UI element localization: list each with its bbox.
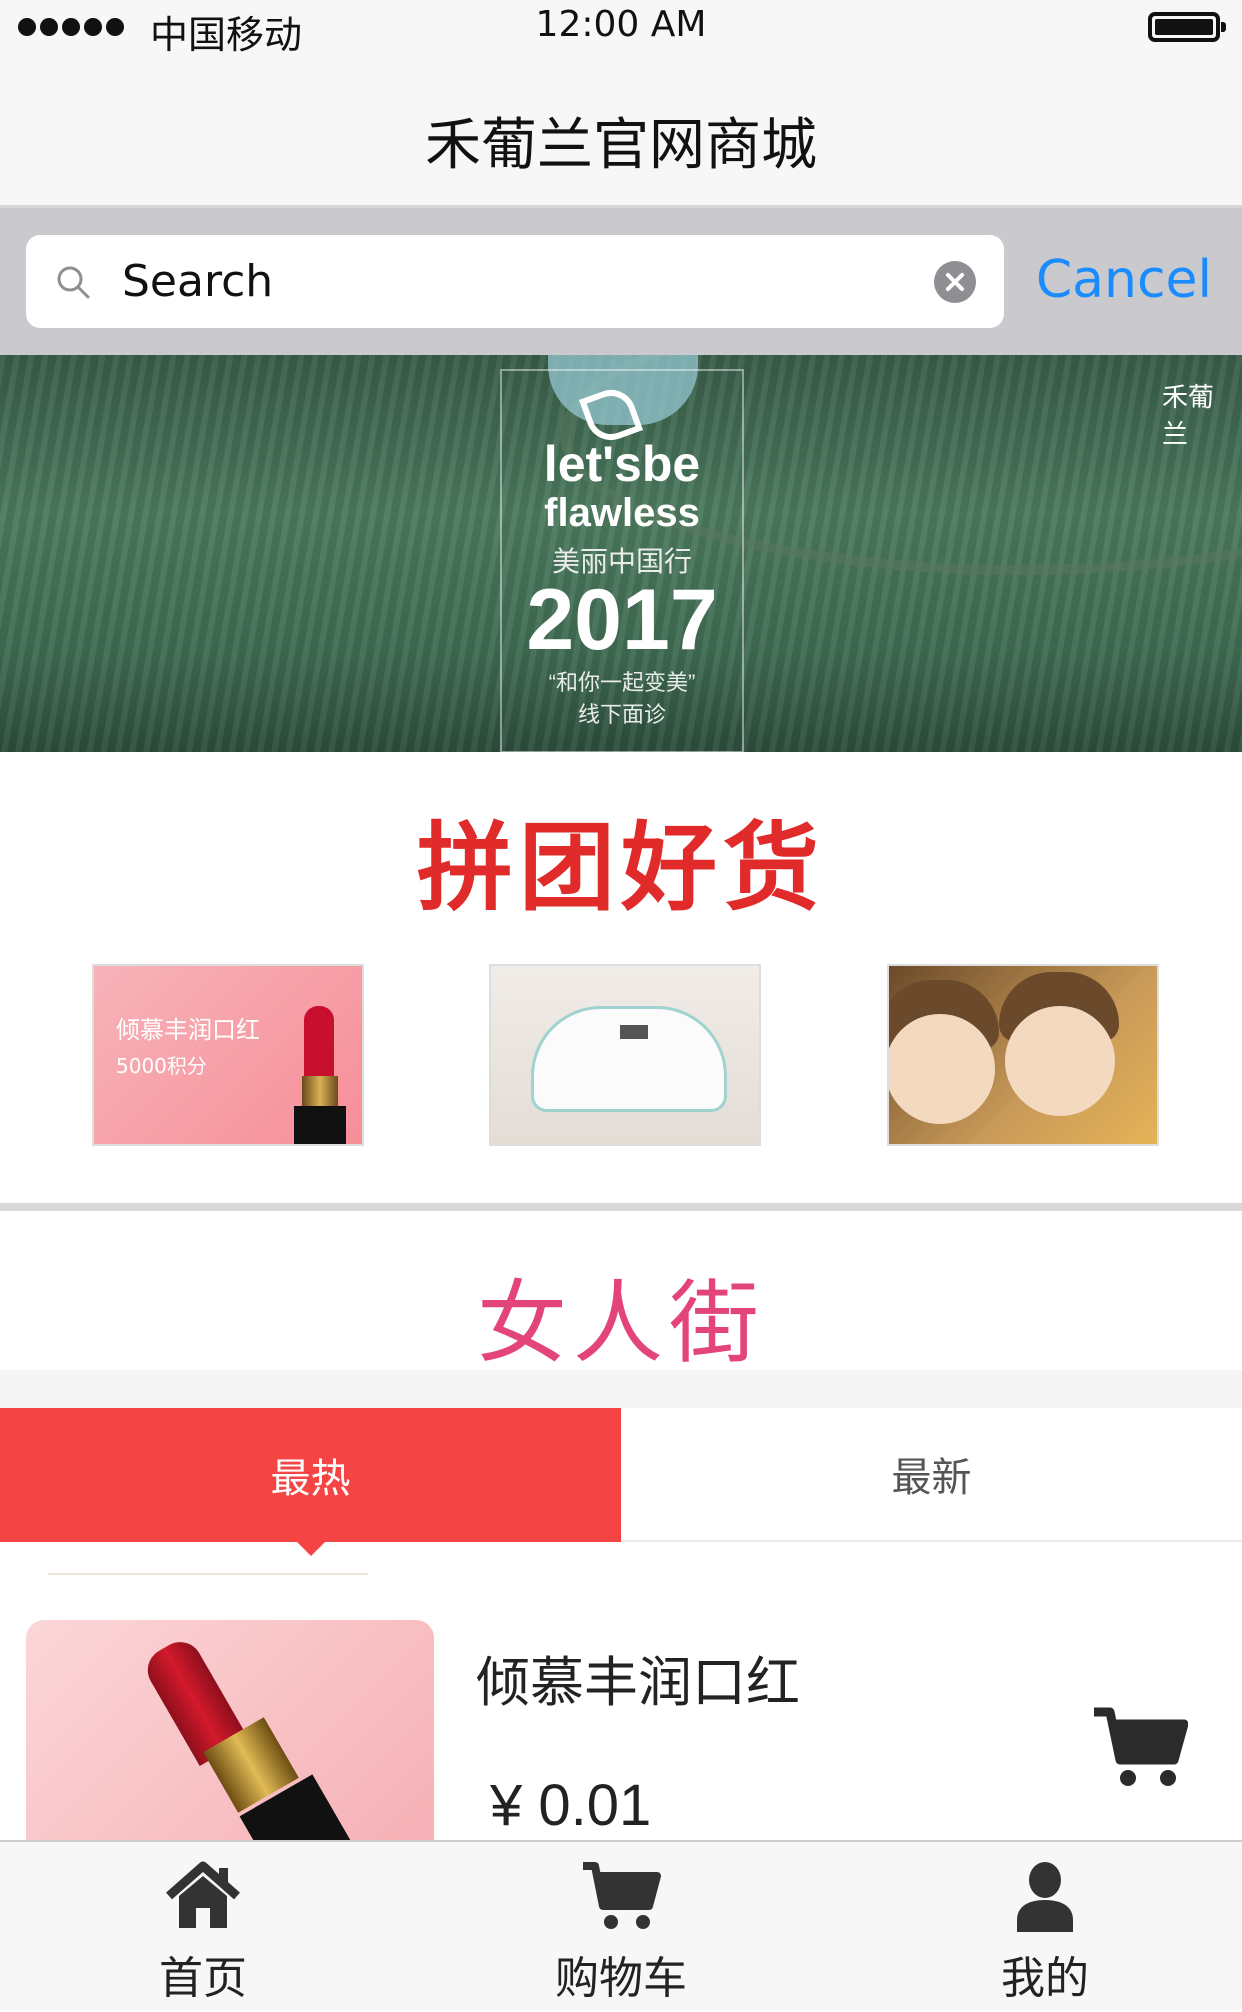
tabbar-cart[interactable]: 购物车 xyxy=(471,1842,771,2012)
banner-headline-2: flawless xyxy=(544,491,700,535)
group-buy-title: 拼团好货 xyxy=(417,812,825,924)
pouch-tag xyxy=(620,1025,648,1039)
tabbar-home[interactable]: 首页 xyxy=(53,1842,353,2012)
search-icon xyxy=(57,266,90,299)
nav-header: 禾葡兰官网商城 xyxy=(0,56,1242,208)
thumb-caption-1: 倾慕丰润口红 xyxy=(116,1016,260,1044)
group-buy-item-pouch[interactable] xyxy=(489,964,761,1146)
banner-tagline: “和你一起变美” xyxy=(548,670,696,695)
add-to-cart-icon[interactable] xyxy=(1092,1706,1188,1790)
tabbar-profile-label: 我的 xyxy=(1001,1953,1089,2004)
banner-headline-1: let'sbe xyxy=(543,436,701,492)
search-field[interactable] xyxy=(26,235,1004,328)
page-title: 禾葡兰官网商城 xyxy=(425,113,817,178)
banner-year: 2017 xyxy=(526,572,718,668)
doll-face-2 xyxy=(1005,1006,1115,1116)
product-image[interactable] xyxy=(26,1620,434,1840)
lipstick-base xyxy=(294,1106,346,1144)
battery-icon xyxy=(1148,12,1226,42)
pouch-image xyxy=(531,1006,727,1112)
tabbar-cart-label: 购物车 xyxy=(555,1953,687,2004)
tabbar-home-label: 首页 xyxy=(159,1953,247,2004)
women-street-title: 女人街 xyxy=(477,1271,765,1376)
search-bar: Cancel xyxy=(0,208,1242,355)
status-time: 12:00 AM xyxy=(535,4,707,45)
lipstick-image xyxy=(304,1006,334,1078)
product-price: ¥ 0.01 xyxy=(490,1773,652,1838)
thumb-caption-2: 5000积分 xyxy=(116,1054,207,1078)
bottom-tab-bar: 首页 购物车 我的 xyxy=(0,1840,1242,2010)
brand-logo: 禾葡兰 xyxy=(1162,383,1215,450)
cancel-button[interactable]: Cancel xyxy=(1036,250,1212,310)
banner-caption: 线下面诊 xyxy=(577,702,666,727)
tab-newest[interactable]: 最新 xyxy=(621,1408,1242,1542)
user-icon xyxy=(1017,1862,1073,1932)
product-name[interactable]: 倾慕丰润口红 xyxy=(476,1638,800,1717)
group-buy-item-lipstick[interactable]: 倾慕丰润口红 5000积分 xyxy=(92,964,364,1146)
cart-icon xyxy=(583,1862,661,1929)
status-bar: 中国移动 12:00 AM xyxy=(0,0,1242,57)
clear-search-icon[interactable] xyxy=(934,261,976,303)
search-input[interactable] xyxy=(122,249,922,313)
tabbar-profile[interactable]: 我的 xyxy=(895,1842,1195,2012)
section-spacer xyxy=(0,1370,1242,1410)
promo-banner[interactable]: let'sbe flawless 美丽中国行 2017 “和你一起变美” 线下面… xyxy=(0,355,1242,752)
group-buy-item-dolls[interactable] xyxy=(887,964,1159,1146)
section-divider xyxy=(0,1203,1242,1211)
tab-divider xyxy=(48,1573,368,1575)
doll-face xyxy=(889,1014,995,1124)
tab-hottest[interactable]: 最热 xyxy=(0,1408,621,1556)
sort-tabs: 最热 最新 xyxy=(0,1408,1242,1556)
home-icon xyxy=(166,1861,240,1928)
